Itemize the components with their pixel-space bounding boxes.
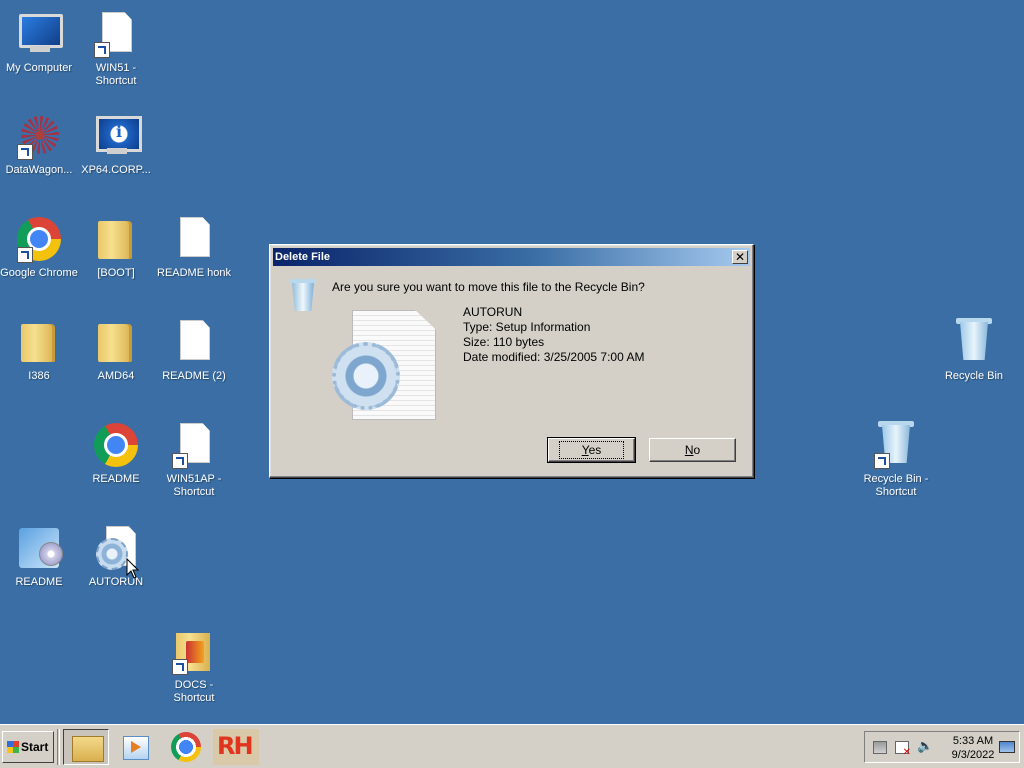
desktop-icon-win51-shortcut[interactable]: WIN51 - Shortcut (77, 10, 155, 88)
chrome-icon (92, 421, 140, 469)
icon-label: XP64.CORP... (81, 164, 151, 176)
dialog-titlebar[interactable]: Delete File ✕ (273, 248, 750, 266)
gear-icon (332, 342, 400, 410)
folder-icon (92, 215, 140, 263)
desktop-icon-my-computer[interactable]: My Computer (0, 10, 78, 75)
shortcut-arrow-icon (17, 144, 33, 160)
network-icon[interactable] (873, 741, 887, 754)
explorer-icon[interactable] (63, 729, 109, 765)
computer-icon (15, 10, 63, 58)
desktop-icon-boot[interactable]: [BOOT] (77, 215, 155, 280)
delete-file-dialog: Delete File ✕ Are you sure you want to m… (269, 244, 754, 478)
desktop-icon-recycle-bin[interactable]: Recycle Bin (935, 318, 1013, 383)
desktop-icon-autorun[interactable]: AUTORUN (77, 524, 155, 589)
shortcut-arrow-icon (172, 659, 188, 675)
file-type: Type: Setup Information (463, 320, 591, 334)
icon-label: AUTORUN (88, 576, 144, 588)
icon-label: README (92, 473, 140, 485)
icon-label: Google Chrome (0, 267, 78, 279)
desktop-icon-xp64[interactable]: XP64.CORP... (77, 112, 155, 177)
desktop-icon-i386[interactable]: I386 (0, 318, 78, 383)
start-button[interactable]: Start (2, 731, 54, 763)
shortcut-arrow-icon (874, 453, 890, 469)
icon-label: README (2) (162, 370, 226, 382)
document-icon (170, 318, 218, 366)
desktop-icon-docs-shortcut[interactable]: DOCS - Shortcut (155, 627, 233, 705)
rh-icon-text: RH (217, 732, 254, 760)
desktop-icon-win51ap-shortcut[interactable]: WIN51AP - Shortcut (155, 421, 233, 499)
icon-label: README (15, 576, 63, 588)
desktop-icon-datawagon[interactable]: DataWagon... (0, 112, 78, 177)
clock-time: 5:33 AM (952, 735, 994, 747)
show-desktop-icon[interactable] (999, 741, 1015, 753)
media-player-icon[interactable] (113, 729, 159, 765)
desktop-icon-readme-chrome[interactable]: README (77, 421, 155, 486)
system-tray: 🔈 5:33 AM 9/3/2022 (864, 731, 1020, 763)
taskbar-separator (57, 729, 60, 765)
icon-label: Recycle Bin - Shortcut (863, 473, 929, 498)
icon-label: DataWagon... (5, 164, 73, 176)
clock[interactable]: 5:33 AM 9/3/2022 (945, 734, 1001, 762)
volume-icon[interactable]: 🔈 (917, 740, 933, 753)
document-icon (170, 215, 218, 263)
desktop-icon-amd64[interactable]: AMD64 (77, 318, 155, 383)
setup-cd-icon (15, 524, 63, 572)
recycle-bin-icon (290, 279, 316, 311)
desktop-icon-recycle-bin-shortcut[interactable]: Recycle Bin - Shortcut (857, 421, 935, 499)
icon-label: [BOOT] (97, 267, 135, 279)
file-name: AUTORUN (463, 305, 523, 319)
action-center-flag-icon[interactable] (895, 741, 911, 758)
rh-icon[interactable]: RH (213, 729, 259, 765)
document-icon (92, 10, 140, 58)
recycle-bin-icon (950, 318, 998, 366)
icon-label: README honk (157, 267, 231, 279)
icon-label: My Computer (5, 62, 73, 74)
desktop-icon-readme-setup[interactable]: README (0, 524, 78, 589)
icon-label: WIN51AP - Shortcut (166, 473, 222, 498)
file-date-modified: Date modified: 3/25/2005 7:00 AM (463, 350, 645, 364)
recycle-bin-icon (872, 421, 920, 469)
info-monitor-icon (92, 112, 142, 160)
folder-icon (170, 627, 218, 675)
folder-icon (15, 318, 63, 366)
taskbar: Start RH 🔈 5:33 AM 9/3/2022 (0, 724, 1024, 768)
icon-label: AMD64 (97, 370, 135, 382)
chrome-icon (15, 215, 63, 263)
dialog-title: Delete File (275, 251, 331, 263)
yes-button[interactable]: Yes (547, 437, 636, 463)
close-button[interactable]: ✕ (732, 250, 748, 264)
desktop-icon-readme-honk[interactable]: README honk (155, 215, 233, 280)
file-details: AUTORUN Type: Setup Information Size: 11… (463, 305, 644, 365)
icon-label: DOCS - Shortcut (173, 679, 215, 704)
no-button[interactable]: No (649, 438, 736, 462)
shortcut-arrow-icon (94, 42, 110, 58)
datawagon-icon (15, 112, 63, 160)
icon-label: Recycle Bin (944, 370, 1004, 382)
folder-icon (92, 318, 140, 366)
chrome-icon[interactable] (163, 729, 209, 765)
document-icon (170, 421, 218, 469)
clock-date: 9/3/2022 (951, 749, 995, 761)
icon-label: WIN51 - Shortcut (95, 62, 137, 87)
desktop-icon-google-chrome[interactable]: Google Chrome (0, 215, 78, 280)
desktop-icon-readme-2[interactable]: README (2) (155, 318, 233, 383)
file-size: Size: 110 bytes (463, 335, 545, 349)
confirm-question: Are you sure you want to move this file … (332, 280, 645, 294)
icon-label: I386 (28, 370, 50, 382)
shortcut-arrow-icon (172, 453, 188, 469)
shortcut-arrow-icon (17, 247, 33, 263)
